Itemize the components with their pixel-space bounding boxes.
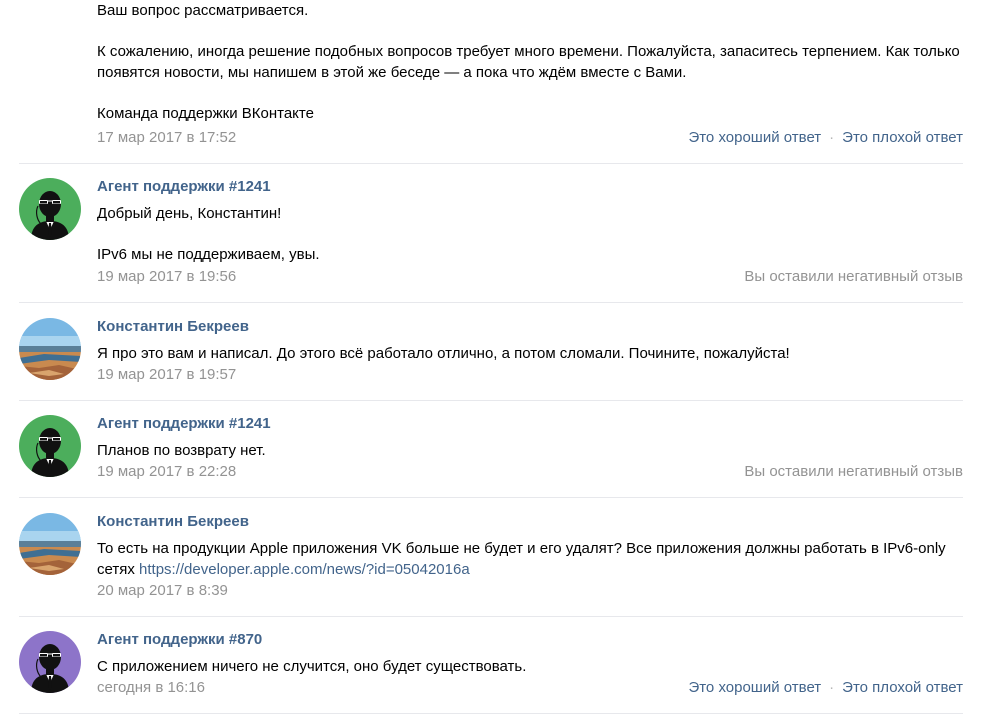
agent-avatar-icon[interactable] [19, 415, 81, 477]
message-date[interactable]: 19 мар 2017 в 19:56 [97, 268, 236, 285]
message-divider [19, 302, 963, 303]
separator-dot: · [829, 129, 835, 146]
rating-actions: Это хороший ответ · Это плохой ответ [688, 679, 963, 696]
message-date[interactable]: сегодня в 16:16 [97, 679, 205, 696]
message-divider [19, 713, 963, 714]
message-date[interactable]: 20 мар 2017 в 8:39 [97, 582, 228, 599]
message-paragraph: Добрый день, Константин! [97, 205, 282, 222]
bad-answer-link[interactable]: Это плохой ответ [842, 679, 963, 696]
feedback-status: Вы оставили негативный отзыв [744, 268, 963, 285]
message-author[interactable]: Агент поддержки #1241 [97, 178, 271, 195]
feedback-status: Вы оставили негативный отзыв [744, 463, 963, 480]
message-text: Добрый день, Константин! IPv6 мы не подд… [97, 203, 963, 265]
message-paragraph: Ваш вопрос рассматривается. [97, 2, 309, 19]
message-date[interactable]: 19 мар 2017 в 19:57 [97, 366, 236, 383]
message-author[interactable]: Константин Бекреев [97, 318, 249, 335]
message-text: С приложением ничего не случится, оно бу… [97, 658, 527, 675]
good-answer-link[interactable]: Это хороший ответ [688, 129, 821, 146]
agent-avatar-icon[interactable] [19, 631, 81, 693]
good-answer-link[interactable]: Это хороший ответ [688, 679, 821, 696]
external-link[interactable]: https://developer.apple.com/news/?id=050… [139, 561, 470, 578]
user-avatar-photo[interactable] [19, 513, 81, 575]
message-paragraph: IPv6 мы не поддерживаем, увы. [97, 246, 320, 263]
message-paragraph: К сожалению, иногда решение подобных воп… [97, 43, 960, 81]
message-divider [19, 616, 963, 617]
message-paragraph: Команда поддержки ВКонтакте [97, 105, 314, 122]
message-text: Я про это вам и написал. До этого всё ра… [97, 345, 790, 362]
message-divider [19, 497, 963, 498]
message-text: То есть на продукции Apple приложения VK… [97, 538, 963, 580]
separator-dot: · [829, 679, 835, 696]
bad-answer-link[interactable]: Это плохой ответ [842, 129, 963, 146]
message-author[interactable]: Агент поддержки #1241 [97, 415, 271, 432]
agent-avatar-icon[interactable] [19, 178, 81, 240]
rating-actions: Это хороший ответ · Это плохой ответ [688, 129, 963, 146]
message-text: Планов по возврату нет. [97, 442, 266, 459]
message-author[interactable]: Константин Бекреев [97, 513, 249, 530]
message-text: Ваш вопрос рассматривается. К сожалению,… [97, 0, 963, 124]
user-avatar-photo[interactable] [19, 318, 81, 380]
message-author[interactable]: Агент поддержки #870 [97, 631, 262, 648]
message-date[interactable]: 17 мар 2017 в 17:52 [97, 129, 236, 146]
message-divider [19, 163, 963, 164]
message-date[interactable]: 19 мар 2017 в 22:28 [97, 463, 236, 480]
message-divider [19, 400, 963, 401]
